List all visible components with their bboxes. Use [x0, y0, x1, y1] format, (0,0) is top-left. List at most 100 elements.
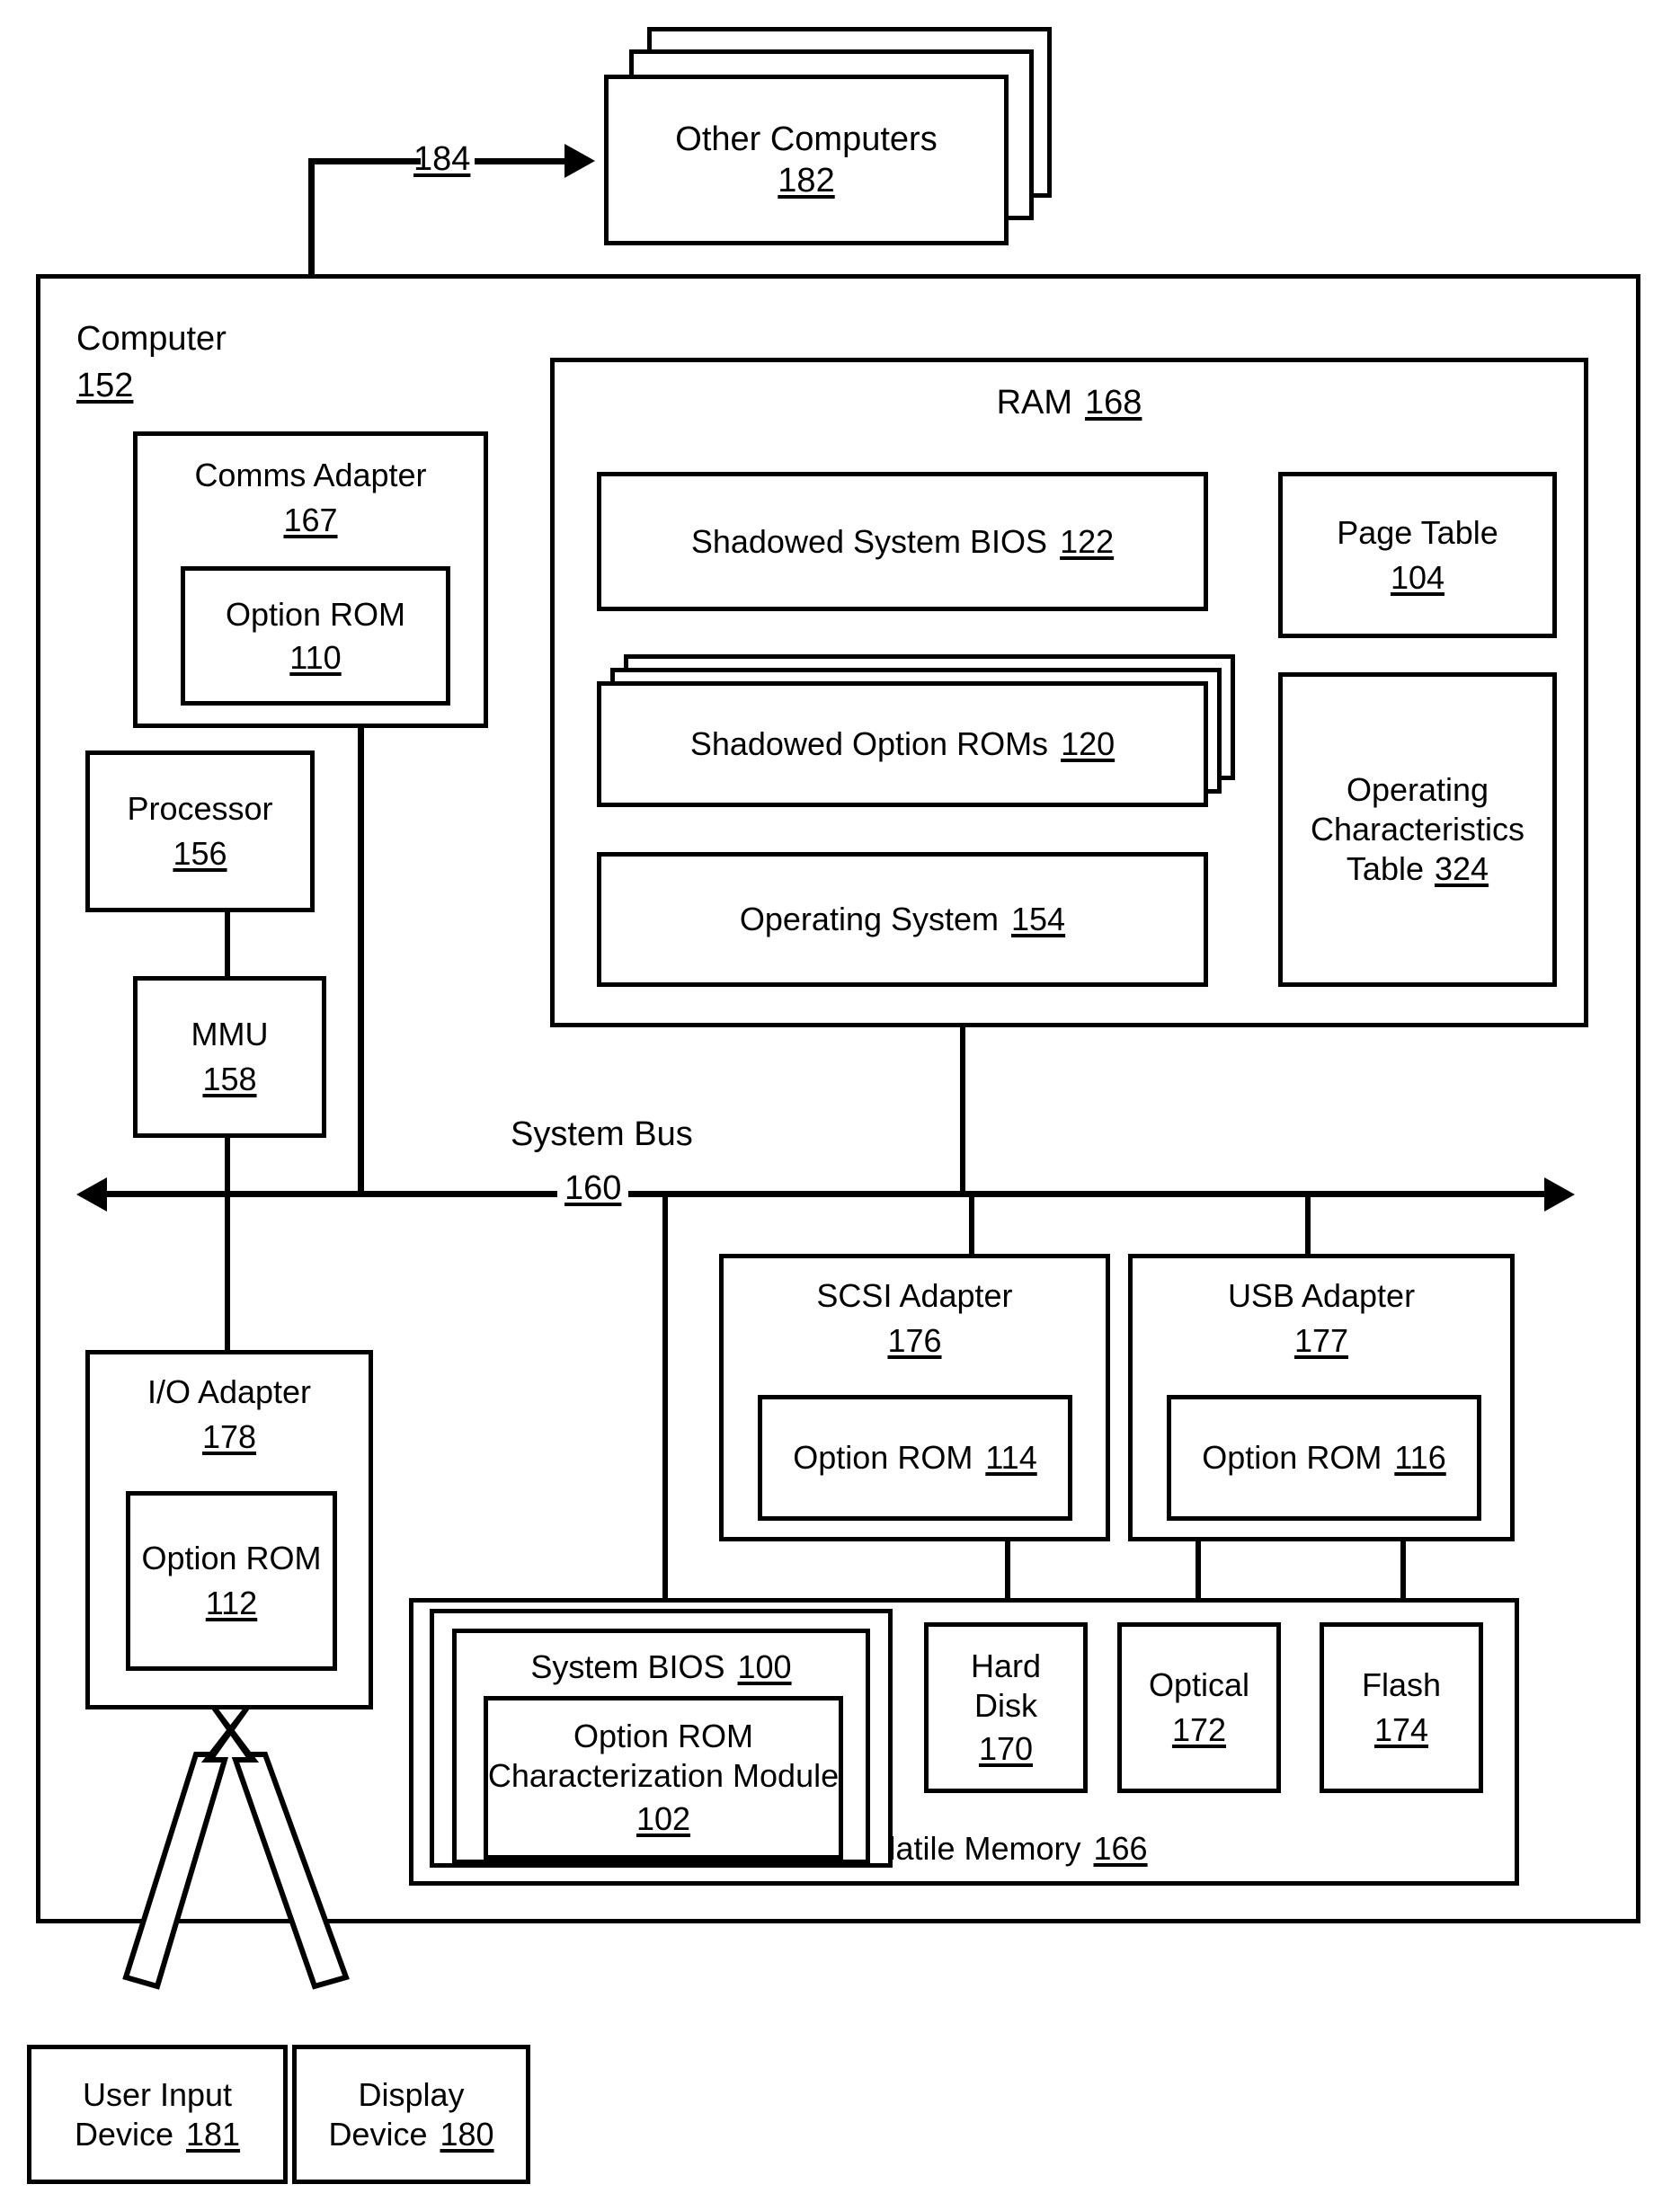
option-rom-characterization-module-box[interactable]: Option ROM Characterization Module 102 [484, 1696, 843, 1860]
io-adapter-box[interactable]: I/O Adapter 178 Option ROM 112 [85, 1350, 373, 1709]
other-computers-ref: 182 [778, 162, 835, 200]
display-device-box[interactable]: Display Device 180 [292, 2045, 530, 2184]
display-device-line2-row: Device 180 [328, 2115, 493, 2154]
io-option-rom-ref: 112 [205, 1585, 258, 1621]
user-input-device-line2: Device [74, 2115, 173, 2153]
comms-adapter-ref: 167 [283, 501, 338, 538]
computer-label: Computer [76, 320, 227, 358]
operating-characteristics-table-box[interactable]: Operating Characteristics Table 324 [1278, 672, 1557, 987]
other-computers-box[interactable]: Other Computers 182 [604, 75, 1009, 245]
comms-adapter-to-bus-line [358, 724, 364, 1191]
usb-adapter-label: USB Adapter [1227, 1277, 1416, 1314]
shadowed-option-roms-row: Shadowed Option ROMs 120 [690, 724, 1115, 764]
system-bus-line [94, 1191, 1555, 1197]
optical-label: Optical [1148, 1666, 1250, 1704]
flash-box[interactable]: Flash 174 [1320, 1622, 1483, 1793]
operating-system-box[interactable]: Operating System 154 [597, 852, 1208, 987]
io-adapter-label: I/O Adapter [147, 1373, 312, 1410]
comms-adapter-label: Comms Adapter [194, 457, 427, 493]
mmu-label: MMU [191, 1016, 269, 1053]
usb-adapter-box[interactable]: USB Adapter 177 Option ROM 116 [1128, 1254, 1515, 1541]
system-bus-ref: 160 [557, 1168, 629, 1210]
system-bios-box[interactable]: System BIOS 100 Option ROM Characterizat… [452, 1629, 870, 1864]
shadowed-system-bios-row: Shadowed System BIOS 122 [691, 522, 1114, 562]
mmu-box[interactable]: MMU 158 [133, 976, 326, 1138]
operating-characteristics-line1: Operating [1346, 771, 1489, 809]
page-table-ref: 104 [1390, 558, 1445, 596]
processor-box[interactable]: Processor 156 [85, 750, 315, 912]
shadowed-option-roms-label: Shadowed Option ROMs [689, 725, 1049, 763]
figure-canvas: Other Computers 182 184 Computer 152 Com… [0, 0, 1680, 2211]
link-184-arrow-shaft [475, 158, 573, 164]
hard-disk-box[interactable]: Hard Disk 170 [924, 1622, 1088, 1793]
system-bus-arrow-right [1544, 1177, 1575, 1212]
usb-option-rom-ref: 116 [1394, 1439, 1446, 1477]
option-rom-char-module-line1: Option ROM [573, 1718, 754, 1755]
user-input-device-line2-row: Device 181 [75, 2115, 240, 2154]
processor-to-mmu-line [225, 908, 230, 980]
operating-system-label: Operating System [739, 901, 1000, 938]
system-bios-label: System BIOS [530, 1648, 725, 1685]
operating-system-ref: 154 [1011, 901, 1066, 938]
user-input-device-line1: User Input [82, 2075, 233, 2113]
ram-ref: 168 [1085, 384, 1142, 422]
usb-option-rom-label: Option ROM [1202, 1439, 1382, 1477]
shadowed-option-roms-box[interactable]: Shadowed Option ROMs 120 [597, 681, 1208, 807]
optical-box[interactable]: Optical 172 [1117, 1622, 1281, 1793]
comms-adapter-box[interactable]: Comms Adapter 167 Option ROM 110 [133, 431, 488, 728]
io-to-display-block-arrow [211, 1706, 350, 1990]
display-device-line1: Display [358, 2075, 465, 2113]
scsi-option-rom-box[interactable]: Option ROM 114 [758, 1395, 1072, 1521]
shadowed-system-bios-ref: 122 [1060, 522, 1115, 560]
comms-option-rom-ref: 110 [289, 638, 342, 676]
scsi-adapter-ref: 176 [887, 1321, 942, 1359]
shadowed-option-roms-ref: 120 [1061, 725, 1116, 763]
usb-option-rom-row: Option ROM 116 [1202, 1438, 1445, 1478]
bus-to-io-adapter-line [225, 1194, 230, 1355]
user-input-device-box[interactable]: User Input Device 181 [27, 2045, 288, 2184]
scsi-adapter-box[interactable]: SCSI Adapter 176 Option ROM 114 [719, 1254, 1110, 1541]
other-computers-label: Other Computers [675, 120, 938, 158]
mmu-to-bus-line [225, 1134, 230, 1197]
ram-label: RAM [996, 384, 1073, 422]
operating-characteristics-line3-row: Table 324 [1347, 849, 1489, 889]
ram-to-bus-line [960, 1025, 965, 1195]
ram-box: RAM 168 Shadowed System BIOS 122 Shadowe… [550, 358, 1588, 1027]
option-rom-char-module-ref: 102 [636, 1799, 691, 1837]
display-device-line2: Device [328, 2115, 428, 2153]
page-table-box[interactable]: Page Table 104 [1278, 472, 1557, 638]
optical-ref: 172 [1171, 1711, 1227, 1748]
hard-disk-line2: Disk [974, 1687, 1037, 1725]
hard-disk-ref: 170 [978, 1729, 1034, 1767]
usb-option-rom-box[interactable]: Option ROM 116 [1167, 1395, 1481, 1521]
io-adapter-ref: 178 [201, 1417, 257, 1455]
system-bios-ref: 100 [737, 1648, 792, 1685]
system-bios-row: System BIOS 100 [530, 1647, 791, 1687]
bus-to-usb-adapter-line [1305, 1194, 1311, 1256]
scsi-option-rom-label: Option ROM [793, 1439, 973, 1477]
io-option-rom-box[interactable]: Option ROM 112 [126, 1491, 337, 1671]
link-184-horizontal-segment [308, 158, 421, 164]
mmu-ref: 158 [202, 1061, 257, 1097]
bus-to-system-bios-line [662, 1194, 668, 1603]
system-bus-label: System Bus [511, 1115, 693, 1153]
usb-adapter-ref: 177 [1293, 1321, 1349, 1359]
non-volatile-memory-ref: 166 [1093, 1830, 1148, 1868]
processor-ref: 156 [173, 835, 227, 872]
comms-option-rom-box[interactable]: Option ROM 110 [181, 566, 450, 706]
system-bus-arrow-left [76, 1177, 107, 1212]
computer-label-group: Computer 152 [76, 319, 227, 406]
operating-characteristics-ref: 324 [1434, 849, 1489, 887]
shadowed-system-bios-box[interactable]: Shadowed System BIOS 122 [597, 472, 1208, 611]
scsi-adapter-label: SCSI Adapter [816, 1277, 1013, 1314]
processor-label: Processor [127, 790, 273, 828]
ram-title-row: RAM 168 [997, 382, 1142, 423]
flash-label: Flash [1361, 1666, 1442, 1704]
shadowed-system-bios-label: Shadowed System BIOS [690, 522, 1048, 560]
operating-characteristics-line3: Table [1346, 849, 1424, 887]
link-184-ref: 184 [413, 140, 471, 178]
hard-disk-line1: Hard [970, 1647, 1042, 1685]
bus-to-scsi-adapter-line [969, 1194, 974, 1256]
page-table-label: Page Table [1337, 513, 1498, 551]
user-input-device-ref: 181 [185, 2115, 241, 2153]
